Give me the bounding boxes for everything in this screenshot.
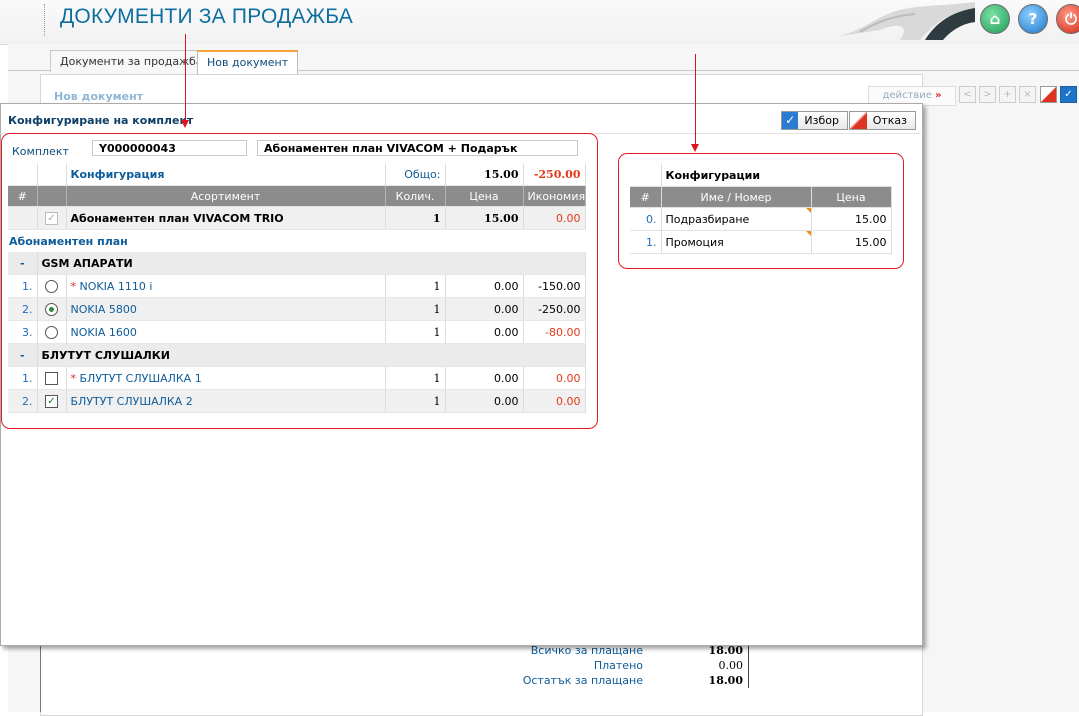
home-icon: ⌂ — [989, 10, 1001, 28]
close-icon: × — [1023, 89, 1032, 100]
home-button[interactable]: ⌂ — [980, 4, 1010, 34]
annotation-arrow-head — [691, 144, 699, 152]
left-divider — [40, 640, 41, 712]
power-button[interactable]: ⏻ — [1056, 4, 1079, 34]
document-panel-title: Нов документ — [54, 90, 144, 103]
cancel-button-label: Отказ — [872, 114, 907, 127]
annotation-box-configurations — [618, 153, 904, 269]
paid-label: Платено — [593, 659, 643, 672]
annotation-arrow-head — [181, 120, 189, 128]
app-title: ДОКУМЕНТИ ЗА ПРОДАЖБА — [60, 5, 353, 28]
tab-sales-documents[interactable]: Документи за продажба — [50, 50, 213, 72]
check-icon: ✓ — [1064, 89, 1073, 100]
tab-new-document[interactable]: Нов документ — [197, 50, 299, 74]
remaining-label: Остатък за плащане — [522, 674, 643, 687]
power-icon: ⏻ — [1065, 10, 1077, 28]
paid-value: 0.00 — [718, 659, 744, 672]
check-icon: ✓ — [782, 112, 799, 129]
annotation-arrow-line — [695, 54, 696, 146]
plus-icon: + — [1003, 89, 1012, 100]
nav-confirm-button[interactable]: ✓ — [1060, 86, 1077, 103]
nav-next-button[interactable]: > — [979, 86, 996, 103]
totals-divider — [748, 646, 749, 688]
help-icon: ? — [1028, 10, 1038, 28]
help-button[interactable]: ? — [1018, 4, 1048, 34]
remaining-value: 18.00 — [708, 674, 743, 687]
action-label: действие — [882, 90, 932, 101]
nav-add-button[interactable]: + — [999, 86, 1016, 103]
chevron-left-icon: < — [963, 89, 972, 100]
nav-first-button[interactable]: < — [959, 86, 976, 103]
select-button-label: Избор — [804, 114, 839, 127]
annotation-box-kit — [1, 133, 598, 429]
dialog-title: Конфигуриране на комплект — [8, 114, 194, 127]
annotation-arrow-line — [185, 34, 186, 122]
title-divider — [44, 4, 46, 36]
nav-cancel-button[interactable] — [1040, 86, 1057, 103]
chevron-right-icon: » — [935, 90, 942, 101]
cancel-icon — [850, 112, 867, 129]
cancel-button[interactable]: Отказ — [849, 111, 916, 130]
chevron-right-icon: > — [983, 89, 992, 100]
header-decoration-image — [840, 2, 975, 40]
nav-delete-button[interactable]: × — [1019, 86, 1036, 103]
select-button[interactable]: ✓ Избор — [781, 111, 848, 130]
